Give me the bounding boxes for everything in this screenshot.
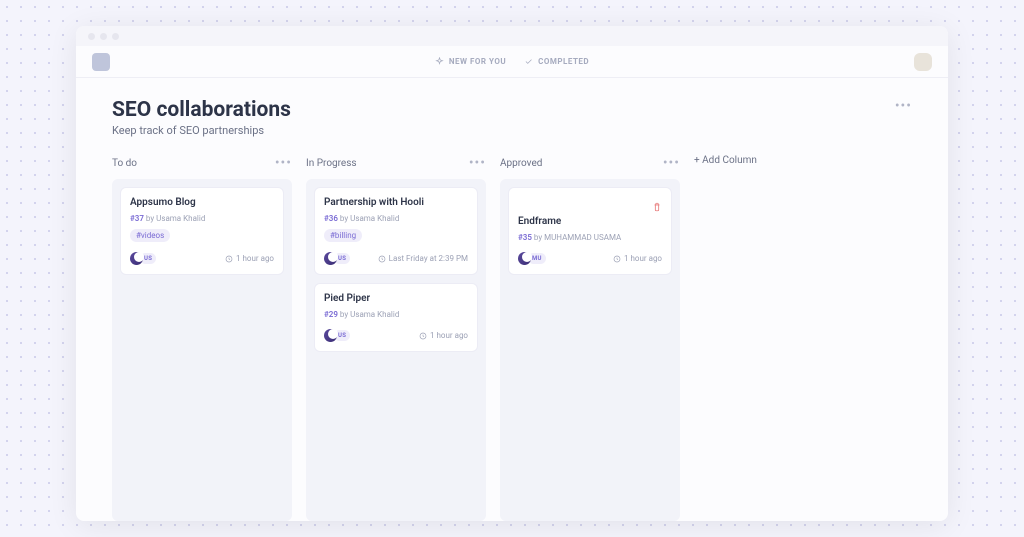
new-for-you-tab[interactable]: NEW FOR YOU xyxy=(435,57,506,66)
column-header: To do ••• xyxy=(112,155,292,171)
card-title: Endframe xyxy=(518,216,662,227)
completed-label: COMPLETED xyxy=(538,57,589,66)
card-by-label: by xyxy=(534,233,542,242)
card-author: Usama Khalid xyxy=(350,310,399,319)
timestamp-text: 1 hour ago xyxy=(624,254,662,263)
column-body[interactable]: Partnership with Hooli #36 by Usama Khali… xyxy=(306,179,486,521)
traffic-light-zoom[interactable] xyxy=(112,33,119,40)
issue-number: #29 xyxy=(324,310,338,319)
card-avatars: US xyxy=(130,252,156,265)
board-subtitle: Keep track of SEO partnerships xyxy=(112,124,291,137)
column: In Progress ••• Partnership with Hooli #36 … xyxy=(306,155,486,521)
sparkle-icon xyxy=(435,57,444,66)
card-meta: #36 by Usama Khalid xyxy=(324,214,468,223)
issue-number: #35 xyxy=(518,233,532,242)
clock-icon xyxy=(378,255,386,263)
column-name: To do xyxy=(112,158,137,169)
issue-number: #36 xyxy=(324,214,338,223)
card-avatars: US xyxy=(324,329,350,342)
completed-tab[interactable]: COMPLETED xyxy=(524,57,589,66)
timestamp-text: 1 hour ago xyxy=(236,254,274,263)
card-avatars: US xyxy=(324,252,350,265)
card-meta: #29 by Usama Khalid xyxy=(324,310,468,319)
column-name: Approved xyxy=(500,158,542,169)
card-timestamp: Last Friday at 2:39 PM xyxy=(378,254,468,263)
card-title: Appsumo Blog xyxy=(130,197,274,208)
moon-icon xyxy=(324,252,337,265)
moon-icon xyxy=(518,252,531,265)
user-avatar[interactable] xyxy=(914,53,932,71)
card-title: Pied Piper xyxy=(324,293,468,304)
add-column-button[interactable]: + Add Column xyxy=(694,155,757,166)
card-avatars: MU xyxy=(518,252,546,265)
card[interactable]: Endframe #35 by MUHAMMAD USAMA MU 1 hour ag… xyxy=(508,187,672,275)
card-author: MUHAMMAD USAMA xyxy=(544,233,621,242)
column-name: In Progress xyxy=(306,158,357,169)
column-menu-button[interactable]: ••• xyxy=(469,155,486,171)
column-header: In Progress ••• xyxy=(306,155,486,171)
card-meta: #37 by Usama Khalid xyxy=(130,214,274,223)
board-menu-button[interactable]: ••• xyxy=(895,98,912,114)
card-by-label: by xyxy=(146,214,154,223)
clock-icon xyxy=(613,255,621,263)
kanban-board: To do•••Appsumo Blog#37 by Usama Khalid#… xyxy=(94,155,930,521)
column-header: Approved ••• xyxy=(500,155,680,171)
trash-icon xyxy=(652,202,662,212)
card-author: Usama Khalid xyxy=(156,214,205,223)
card-by-label: by xyxy=(340,310,348,319)
board-title: SEO collaborations xyxy=(112,98,291,122)
column: To do•••Appsumo Blog#37 by Usama Khalid#… xyxy=(112,155,292,521)
card-tag[interactable]: #billing xyxy=(324,229,362,242)
card[interactable]: Pied Piper #29 by Usama Khalid US 1 hour ag… xyxy=(314,283,478,352)
column-body[interactable]: Endframe #35 by MUHAMMAD USAMA MU 1 hour ag… xyxy=(500,179,680,521)
card-meta: #35 by MUHAMMAD USAMA xyxy=(518,233,662,242)
moon-icon xyxy=(324,329,337,342)
moon-icon xyxy=(130,252,143,265)
topbar: NEW FOR YOU COMPLETED xyxy=(76,46,948,78)
timestamp-text: 1 hour ago xyxy=(430,331,468,340)
card-timestamp: 1 hour ago xyxy=(613,254,662,263)
column-menu-button[interactable]: ••• xyxy=(275,155,292,171)
card-title: Partnership with Hooli xyxy=(324,197,468,208)
clock-icon xyxy=(419,332,427,340)
traffic-light-close[interactable] xyxy=(88,33,95,40)
timestamp-text: Last Friday at 2:39 PM xyxy=(389,254,468,263)
card[interactable]: Appsumo Blog #37 by Usama Khalid #videos US… xyxy=(120,187,284,275)
clock-icon xyxy=(225,255,233,263)
card-by-label: by xyxy=(340,214,348,223)
column-menu-button[interactable]: ••• xyxy=(663,155,680,171)
issue-number: #37 xyxy=(130,214,144,223)
brand-logo[interactable] xyxy=(92,53,110,71)
card-tag[interactable]: #videos xyxy=(130,229,170,242)
app-window: NEW FOR YOU COMPLETED SEO collaborations… xyxy=(76,26,948,521)
card-timestamp: 1 hour ago xyxy=(419,331,468,340)
dismiss-button[interactable] xyxy=(652,197,662,216)
window-titlebar xyxy=(76,26,948,46)
card[interactable]: Partnership with Hooli #36 by Usama Khali… xyxy=(314,187,478,275)
new-for-you-label: NEW FOR YOU xyxy=(449,57,506,66)
card-author: Usama Khalid xyxy=(350,214,399,223)
traffic-light-minimize[interactable] xyxy=(100,33,107,40)
column: Approved ••• Endframe #35 by MUHAMMAD USAMA… xyxy=(500,155,680,521)
column-body[interactable]: Appsumo Blog #37 by Usama Khalid #videos US… xyxy=(112,179,292,521)
card-timestamp: 1 hour ago xyxy=(225,254,274,263)
check-icon xyxy=(524,57,533,66)
